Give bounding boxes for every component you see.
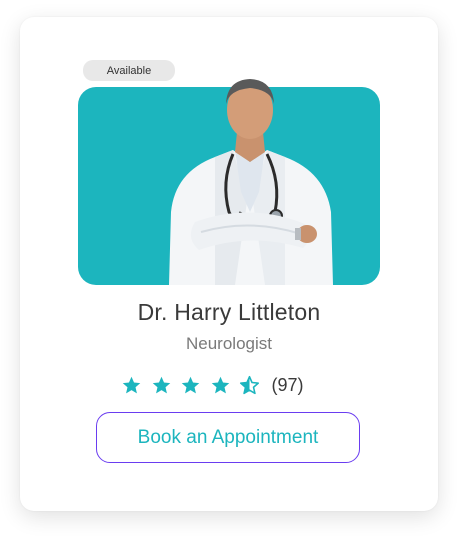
doctor-name: Dr. Harry Littleton [137, 299, 321, 325]
rating-count: (97) [271, 374, 304, 395]
half-star-icon [239, 375, 260, 394]
doctor-card: Available Dr. Harry Littleton Neurologis… [20, 17, 438, 511]
star-icon [152, 376, 170, 393]
star-icon [122, 376, 141, 393]
star-icon [211, 376, 229, 393]
book-appointment-button[interactable]: Book an Appointment [96, 412, 360, 463]
star-icon [181, 376, 200, 393]
doctor-photo [169, 79, 333, 285]
doctor-specialty: Neurologist [186, 334, 272, 353]
rating-row: (97) [121, 373, 304, 397]
availability-badge: Available [83, 60, 175, 81]
